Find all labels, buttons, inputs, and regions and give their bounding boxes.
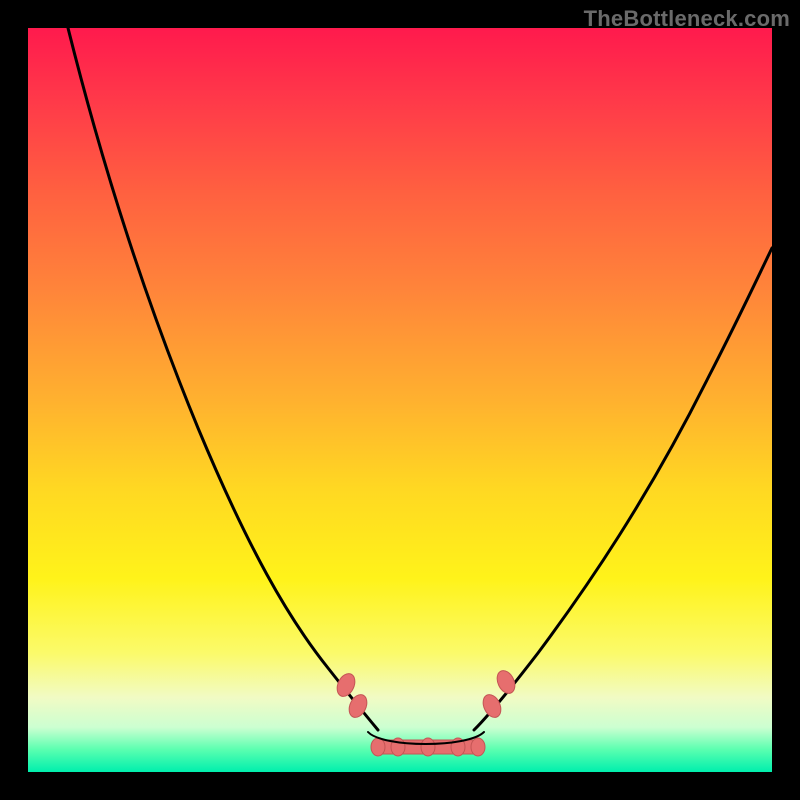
left-bead-upper [334, 671, 359, 700]
chain-bead [371, 738, 385, 756]
watermark-text: TheBottleneck.com [584, 6, 790, 32]
curve-left [68, 28, 378, 730]
chain-bead [471, 738, 485, 756]
chart-area [28, 28, 772, 772]
bottleneck-curve [28, 28, 772, 772]
chain-bead [421, 738, 435, 756]
right-bead-lower [480, 692, 505, 721]
right-bead-upper [494, 668, 519, 697]
curve-right [474, 248, 772, 730]
